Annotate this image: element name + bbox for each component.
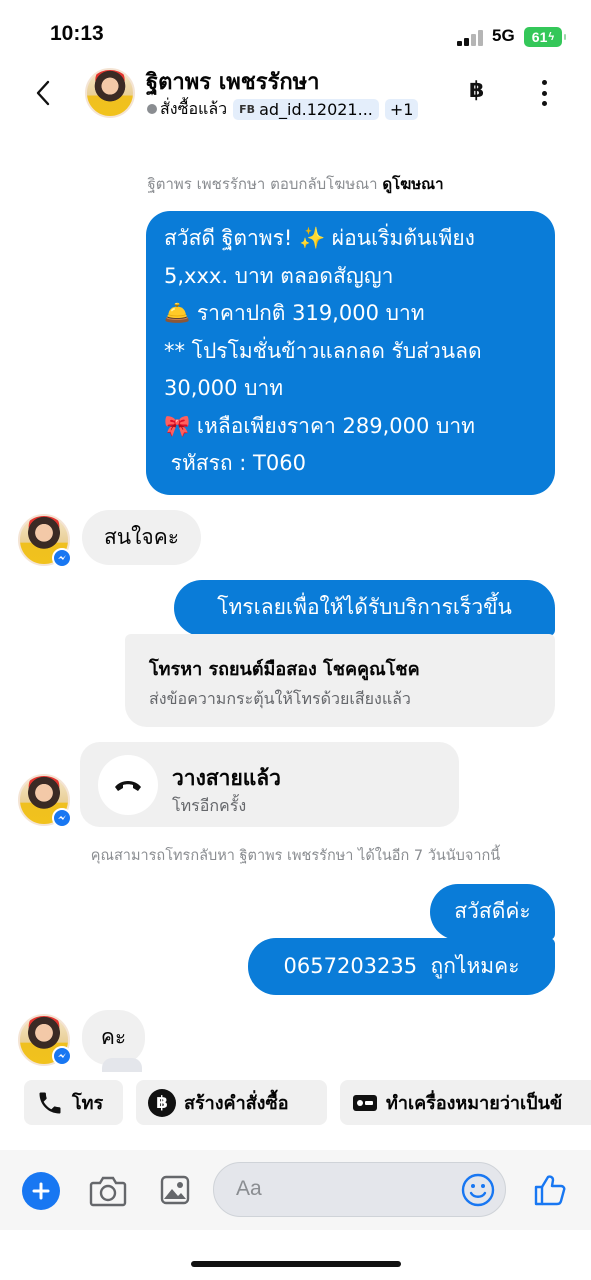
promo-line: 5,xxx. บาท ตลอดสัญญา — [164, 263, 394, 288]
outgoing-message[interactable]: 0657203235 ถูกไหมคะ — [248, 938, 555, 995]
contact-name[interactable]: ฐิตาพร เพชรรักษา — [146, 64, 320, 99]
promo-line: ** โปรโมชั่นข้าวแลกลด รับส่วนลด — [164, 338, 482, 363]
missed-call-card[interactable]: วางสายแล้ว โทรอีกครั้ง — [80, 742, 459, 827]
label-icon — [353, 1094, 377, 1111]
reaction-icon[interactable] — [102, 1058, 142, 1072]
mark-as-chip[interactable]: ทำเครื่องหมายว่าเป็นข้ — [340, 1080, 591, 1125]
message-text: คะ — [100, 1025, 127, 1049]
incoming-message[interactable]: คะ — [82, 1010, 145, 1065]
call-card-title: โทรหา รถยนต์มือสอง โชคคูณโชค — [149, 659, 420, 680]
battery-level: 61 — [531, 29, 548, 45]
call-card-subtitle: ส่งข้อความกระตุ้นให้โทรด้วยเสียงแล้ว — [149, 689, 411, 708]
promo-line: รหัสรถ : T060 — [164, 451, 306, 475]
promo-line: 🎀 เหลือเพียงราคา 289,000 บาท — [164, 413, 475, 438]
facebook-tag-icon: FB — [239, 102, 256, 116]
battery-icon: 61 ϟ — [524, 27, 566, 47]
promo-line: 🛎️ ราคาปกติ 319,000 บาท — [164, 301, 425, 325]
chip-label: สร้างคำสั่งซื้อ — [184, 1093, 289, 1114]
ad-reply-text: ฐิตาพร เพชรรักษา ตอบกลับโฆษณา — [147, 175, 378, 193]
call-prompt-message[interactable]: โทรเลยเพื่อให้ได้รับบริการเร็วขึ้น — [174, 580, 555, 636]
chip-label: ทำเครื่องหมายว่าเป็นข้ — [386, 1093, 563, 1114]
camera-icon — [89, 1176, 127, 1207]
more-tags-badge[interactable]: +1 — [384, 98, 419, 120]
baht-coin-icon: ฿ — [148, 1088, 176, 1117]
message-text: โทรเลยเพื่อให้ได้รับบริการเร็วขึ้น — [217, 595, 512, 620]
chat-header: ฐิตาพร เพชรรักษา สั่งซื้อแล้ว FB ad_id.1… — [0, 60, 591, 130]
plus-icon — [32, 1182, 50, 1200]
ad-reply-notice: ฐิตาพร เพชรรักษา ตอบกลับโฆษณา ดูโฆษณา — [0, 172, 591, 196]
call-request-card[interactable]: โทรหา รถยนต์มือสอง โชคคูณโชค ส่งข้อความก… — [125, 634, 555, 727]
hangup-icon — [98, 755, 158, 815]
contact-avatar[interactable] — [85, 68, 135, 118]
messenger-badge-icon — [52, 548, 72, 568]
messenger-badge-icon — [52, 808, 72, 828]
promo-line: 30,000 บาท — [164, 376, 284, 400]
incoming-message[interactable]: สนใจคะ — [82, 510, 201, 565]
ad-id-tag[interactable]: FB ad_id.12021... — [233, 98, 379, 120]
back-button[interactable] — [28, 76, 58, 110]
more-vertical-icon[interactable] — [536, 80, 552, 106]
network-type: 5G — [492, 26, 515, 45]
home-indicator[interactable] — [191, 1261, 401, 1267]
phone-icon — [39, 1092, 61, 1113]
message-input[interactable]: Aa — [213, 1162, 506, 1217]
message-text: สวัสดีค่ะ — [454, 899, 531, 924]
status-dot-icon — [147, 104, 157, 114]
create-order-chip[interactable]: ฿ สร้างคำสั่งซื้อ — [136, 1080, 327, 1125]
emoji-icon[interactable] — [461, 1173, 495, 1207]
gallery-button[interactable] — [158, 1172, 192, 1208]
camera-button[interactable] — [88, 1172, 128, 1210]
cellular-signal-icon — [457, 30, 487, 46]
chip-label: โทร — [72, 1093, 104, 1114]
callback-notice: คุณสามารถโทรกลับหา ฐิตาพร เพชรรักษา ได้ใ… — [90, 848, 501, 864]
contact-status-row: สั่งซื้อแล้ว FB ad_id.12021... +1 — [147, 97, 419, 122]
message-text: สนใจคะ — [103, 525, 180, 549]
baht-icon[interactable]: ฿ — [469, 78, 484, 103]
promo-line: สวัสดี ฐิตาพร! ✨ ผ่อนเริ่มต้นเพียง — [164, 226, 475, 250]
status-time: 10:13 — [50, 22, 104, 45]
ad-id-label: ad_id.12021... — [259, 99, 373, 119]
message-input-placeholder: Aa — [236, 1177, 262, 1200]
missed-call-title: วางสายแล้ว — [172, 766, 281, 790]
call-again-link[interactable]: โทรอีกครั้ง — [172, 794, 246, 819]
charging-bolt-icon: ϟ — [548, 31, 555, 43]
message-text: 0657203235 ถูกไหมคะ — [283, 953, 520, 978]
promo-message[interactable]: สวัสดี ฐิตาพร! ✨ ผ่อนเริ่มต้นเพียง 5,xxx… — [146, 211, 555, 495]
image-icon — [160, 1175, 190, 1205]
message-composer: Aa — [0, 1150, 591, 1230]
quick-actions-bar: โทร ฿ สร้างคำสั่งซื้อ ทำเครื่องหมายว่าเป… — [0, 1080, 591, 1126]
view-ad-link[interactable]: ดูโฆษณา — [382, 175, 443, 193]
outgoing-message[interactable]: สวัสดีค่ะ — [430, 884, 555, 940]
add-button[interactable] — [22, 1172, 60, 1210]
status-bar: 10:13 5G 61 ϟ — [0, 0, 591, 60]
thumbs-up-icon — [534, 1175, 566, 1206]
messenger-badge-icon — [52, 1046, 72, 1066]
call-chip[interactable]: โทร — [24, 1080, 123, 1125]
like-button[interactable] — [530, 1170, 570, 1210]
back-chevron-icon — [36, 80, 50, 106]
order-status-label[interactable]: สั่งซื้อแล้ว — [160, 97, 227, 122]
